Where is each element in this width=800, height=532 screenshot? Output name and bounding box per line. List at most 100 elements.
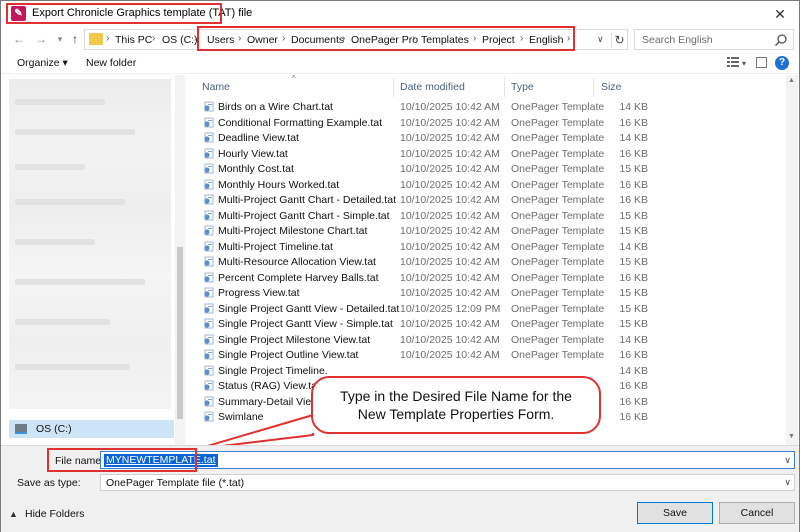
drive-icon: [15, 424, 27, 434]
file-name: Percent Complete Harvey Balls.tat: [218, 271, 379, 284]
breadcrumb-this-pc[interactable]: This PC: [115, 34, 152, 46]
file-row[interactable]: Conditional Formatting Example.tat 10/10/…: [188, 115, 786, 130]
column-header-date[interactable]: Date modified: [400, 81, 465, 93]
new-folder-button[interactable]: New folder: [86, 57, 136, 69]
file-row[interactable]: Birds on a Wire Chart.tat 10/10/2025 10:4…: [188, 99, 786, 114]
organize-menu[interactable]: Organize ▾: [17, 57, 68, 69]
search-input[interactable]: Search English: [634, 29, 794, 50]
sort-ascending-icon: ^: [292, 74, 296, 83]
forward-arrow-icon[interactable]: →: [33, 31, 49, 47]
scroll-up-icon[interactable]: ▲: [788, 77, 795, 84]
blurred-line: [15, 364, 130, 370]
file-name: Multi-Project Gantt Chart - Detailed.tat: [218, 194, 396, 206]
save-as-type-value: OnePager Template file (*.tat): [106, 477, 245, 489]
file-date-modified: 10/10/2025 10:42 AM: [400, 178, 500, 191]
template-file-icon: [204, 365, 214, 375]
nav-scrollbar-thumb[interactable]: [177, 247, 183, 419]
column-header-name[interactable]: Name: [202, 81, 230, 93]
file-row[interactable]: Single Project Gantt View - Simple.tat 10…: [188, 316, 786, 331]
folder-icon: [89, 33, 103, 45]
file-row[interactable]: Multi-Project Gantt Chart - Detailed.tat…: [188, 192, 786, 207]
breadcrumb-separator: ›: [152, 33, 156, 44]
column-header-type[interactable]: Type: [511, 81, 534, 93]
file-date-modified: 10/10/2025 10:42 AM: [400, 209, 500, 222]
file-row[interactable]: Single Project Gantt View - Detailed.tat…: [188, 301, 786, 316]
file-name: Single Project Milestone View.tat: [218, 333, 371, 346]
scroll-down-icon[interactable]: ▼: [788, 433, 795, 440]
nav-item-os-c[interactable]: OS (C:): [9, 420, 174, 438]
view-dropdown-icon[interactable]: ▾: [742, 59, 746, 68]
file-type: OnePager Template: [511, 178, 605, 191]
file-date-modified: 10/10/2025 10:42 AM: [400, 318, 500, 330]
file-row[interactable]: Multi-Project Timeline.tat 10/10/2025 10:…: [188, 239, 786, 254]
file-date-modified: 10/10/2025 10:42 AM: [400, 287, 500, 299]
file-size: 16 KB: [619, 411, 648, 423]
breadcrumb-os-c[interactable]: OS (C:): [162, 34, 198, 46]
file-name-input[interactable]: MYNEWTEMPLATE.tat ∨: [100, 451, 795, 469]
file-row[interactable]: Hourly View.tat 10/10/2025 10:42 AM OnePag…: [188, 146, 786, 161]
file-name: Multi-Resource Allocation View.tat: [218, 256, 376, 268]
file-date-modified: 10/10/2025 12:09 PM: [400, 302, 501, 315]
save-as-type-select[interactable]: OnePager Template file (*.tat) ∨: [100, 474, 795, 491]
column-header-size[interactable]: Size: [601, 81, 621, 93]
file-row[interactable]: Percent Complete Harvey Balls.tat 10/10/2…: [188, 270, 786, 285]
file-row[interactable]: Deadline View.tat 10/10/2025 10:42 AM OneP…: [188, 130, 786, 145]
column-divider[interactable]: [393, 77, 394, 97]
back-arrow-icon[interactable]: ←: [11, 31, 27, 47]
template-file-icon: [204, 194, 214, 205]
file-row[interactable]: Single Project Outline View.tat 10/10/202…: [188, 347, 786, 362]
up-arrow-icon[interactable]: ↑: [67, 31, 83, 47]
file-name: Monthly Hours Worked.tat: [218, 178, 340, 191]
file-name: Single Project Outline View.tat: [218, 349, 359, 361]
file-size: 15 KB: [619, 318, 648, 330]
file-date-modified: 10/10/2025 10:42 AM: [400, 225, 500, 237]
file-name: Conditional Formatting Example.tat: [218, 116, 382, 129]
file-name: Multi-Project Gantt Chart - Simple.tat: [218, 209, 390, 222]
template-file-icon: [204, 380, 214, 391]
cancel-button[interactable]: Cancel: [719, 502, 795, 524]
file-size: 16 KB: [619, 116, 648, 129]
save-as-type-dropdown-icon[interactable]: ∨: [784, 477, 791, 488]
hide-folders-button[interactable]: ▲ Hide Folders: [9, 508, 85, 520]
file-date-modified: 10/10/2025 10:42 AM: [400, 240, 500, 253]
file-row[interactable]: Multi-Project Milestone Chart.tat 10/10/2…: [188, 223, 786, 238]
view-options-icon[interactable]: [727, 57, 739, 68]
column-divider[interactable]: [593, 77, 594, 97]
template-file-icon: [204, 334, 214, 344]
file-type: OnePager Template: [511, 194, 605, 206]
help-icon[interactable]: ?: [775, 56, 789, 70]
preview-pane-icon[interactable]: [756, 57, 767, 68]
template-file-icon: [204, 101, 214, 112]
title-highlight-box: [6, 3, 222, 24]
file-size: 15 KB: [619, 256, 648, 268]
file-row[interactable]: Monthly Hours Worked.tat 10/10/2025 10:42…: [188, 177, 786, 192]
navigation-pane[interactable]: OS (C:): [1, 75, 187, 445]
file-row[interactable]: Single Project Milestone View.tat 10/10/2…: [188, 332, 786, 347]
refresh-icon[interactable]: ↻: [611, 32, 627, 48]
file-row[interactable]: Progress View.tat 10/10/2025 10:42 AM OneP…: [188, 285, 786, 300]
file-row[interactable]: Multi-Resource Allocation View.tat 10/10/…: [188, 254, 786, 269]
template-file-icon: [204, 210, 214, 220]
file-size: 15 KB: [619, 287, 648, 299]
address-dropdown-icon[interactable]: ∨: [597, 34, 604, 45]
close-button[interactable]: ✕: [771, 5, 789, 23]
recent-locations-icon[interactable]: ▾: [52, 31, 68, 47]
file-type: OnePager Template: [511, 287, 605, 299]
file-row[interactable]: Monthly Cost.tat 10/10/2025 10:42 AM OnePa…: [188, 161, 786, 176]
file-list-scrollbar[interactable]: [786, 75, 798, 445]
toolbar: Organize ▾ New folder ▾ ?: [1, 52, 799, 74]
save-button[interactable]: Save: [637, 502, 713, 524]
file-row[interactable]: Multi-Project Gantt Chart - Simple.tat 10…: [188, 208, 786, 223]
file-type: OnePager Template: [511, 333, 605, 346]
file-type: OnePager Template: [511, 209, 605, 222]
file-name-dropdown-icon[interactable]: ∨: [784, 455, 791, 466]
file-size: 14 KB: [619, 101, 648, 113]
callout-line-2: New Template Properties Form.: [357, 406, 555, 422]
file-type: OnePager Template: [511, 147, 605, 160]
file-name: Hourly View.tat: [218, 147, 288, 160]
file-type: OnePager Template: [511, 225, 605, 237]
column-divider[interactable]: [504, 77, 505, 97]
file-name: Monthly Cost.tat: [218, 163, 294, 175]
file-date-modified: 10/10/2025 10:42 AM: [400, 194, 500, 206]
blurred-line: [15, 164, 85, 170]
